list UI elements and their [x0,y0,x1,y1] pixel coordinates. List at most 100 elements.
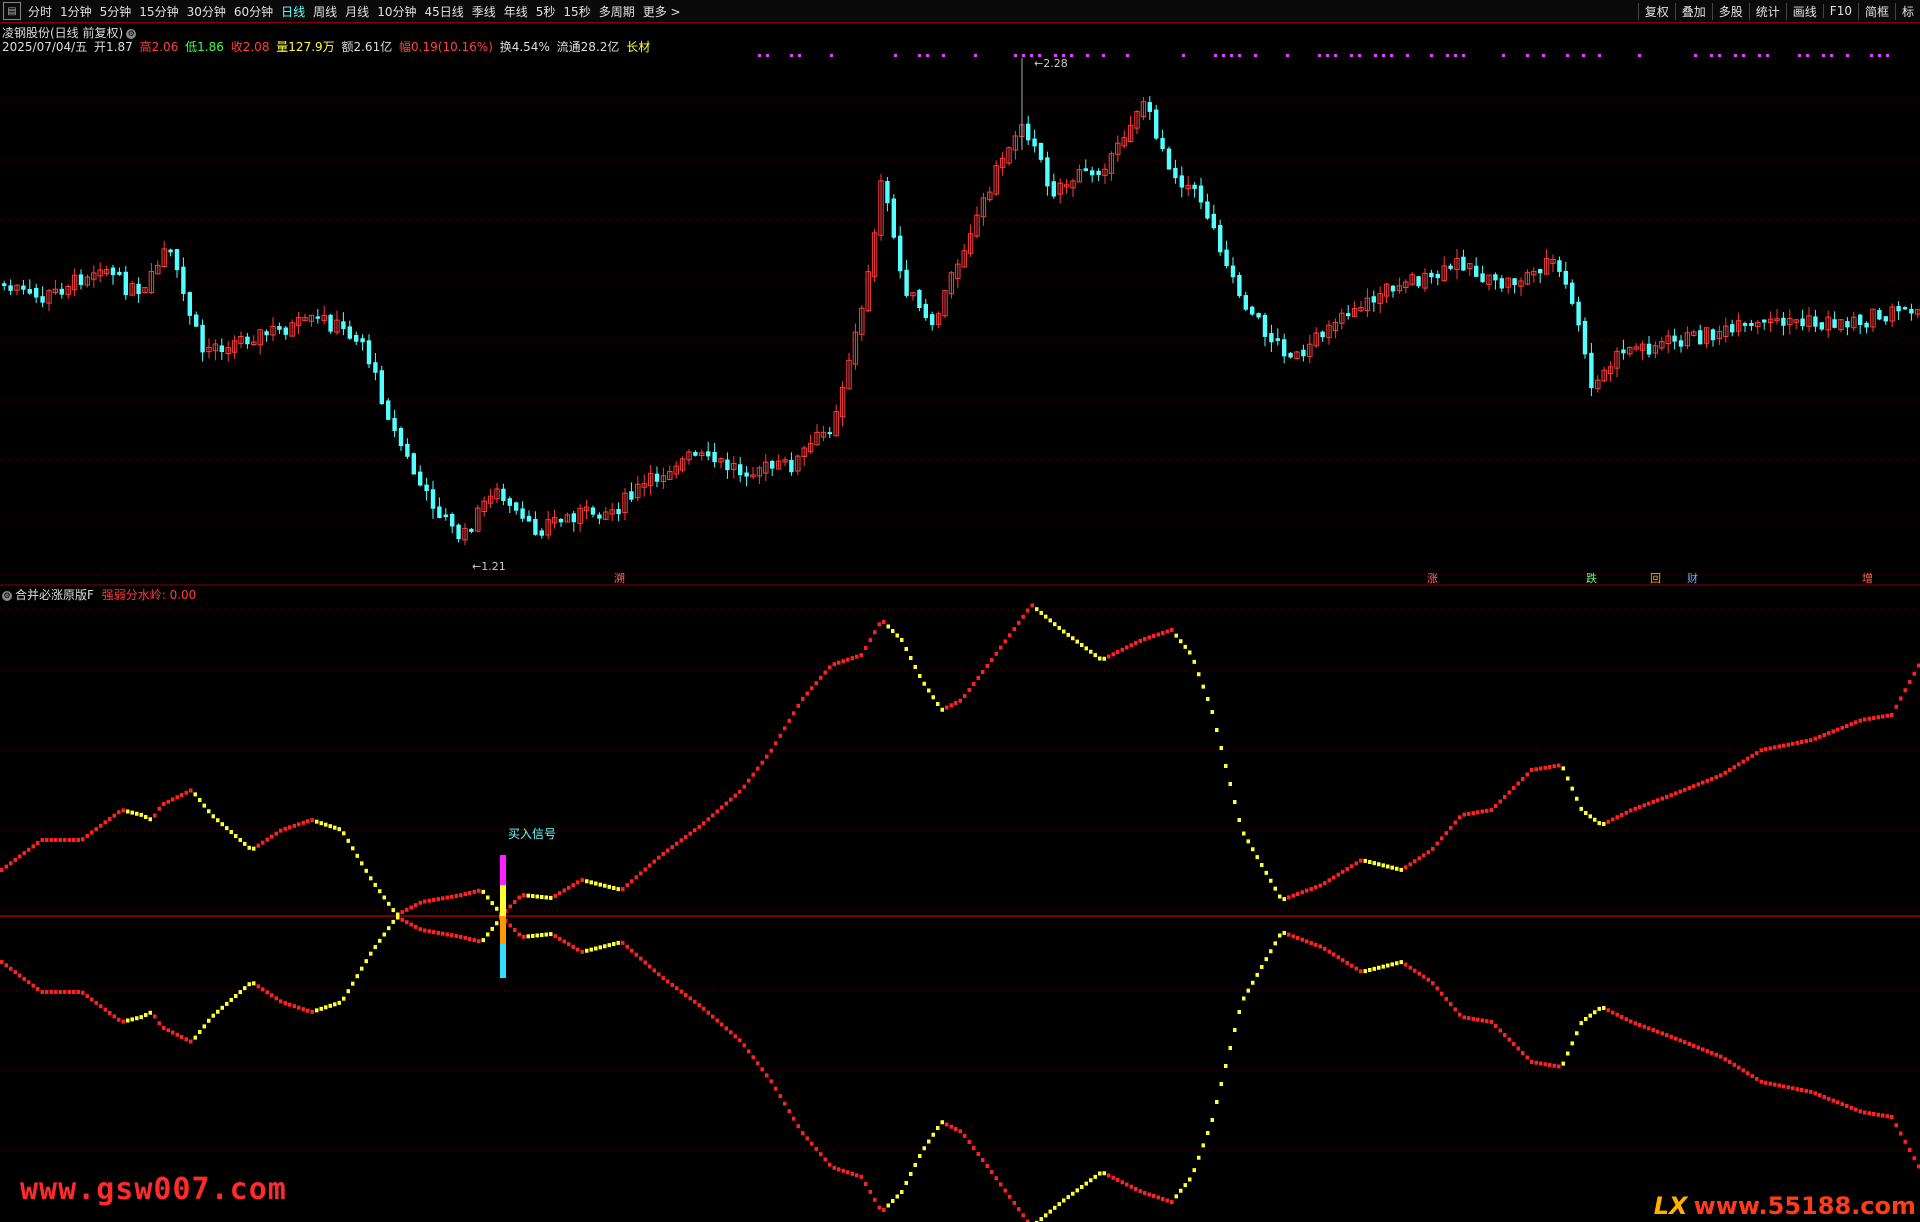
indicator-upper-step [832,662,836,667]
indicator-upper-step [603,883,607,888]
indicator-upper-step [1363,858,1367,863]
indicator-lower-step [1651,1028,1655,1033]
indicator-lower-step [976,1152,980,1156]
candle-body [1096,170,1101,176]
candle-body [283,327,288,335]
indicator-upper-step [279,828,283,833]
candle-body [341,321,346,330]
indicator-upper-step [1525,772,1529,777]
indicator-lower-step [1327,949,1331,954]
candle-body [443,514,448,518]
candle-body [1672,335,1677,342]
indicator-lower-step [1755,1076,1759,1081]
indicator-lower-step [540,933,544,937]
indicator-lower-step [522,934,526,939]
indicator-lower-step [216,1009,220,1014]
candle-body [571,513,576,523]
indicator-lower-step [1800,1088,1804,1092]
indicator-lower-step [1368,968,1372,972]
indicator-lower-step [652,968,656,973]
indicator-lower-step [1678,1038,1682,1043]
indicator-lower-step [211,1013,215,1018]
indicator-upper-step [112,813,116,818]
indicator-upper-step [1512,786,1516,790]
indicator-upper-step [553,893,557,898]
indicator-upper-step [1498,799,1502,804]
indicator-lower-step [400,917,404,922]
indicator-upper-step [1840,725,1844,730]
indicator-upper-step [1314,885,1318,890]
candle-body [418,471,423,486]
indicator-lower-step [1489,1019,1493,1024]
indicator-upper-step [148,817,152,822]
candle-body [200,324,205,353]
indicator-lower-step [18,973,22,978]
indicator-lower-step [1093,1174,1097,1179]
indicator-lower-step [162,1026,166,1030]
indicator-lower-step [787,1109,791,1114]
indicator-lower-step [441,931,445,936]
candle-body [1218,225,1223,253]
indicator-settings-icon[interactable]: ⚙ [2,590,12,601]
indicator-upper-step [927,688,931,693]
indicator-lower-step [747,1049,751,1054]
indicator-upper-step [1188,650,1192,655]
indicator-lower-step [238,990,242,995]
candle-body [1538,269,1543,274]
candle-body [1051,181,1056,197]
indicator-lower-step [1053,1205,1057,1210]
kline-chart-canvas[interactable]: ←2.28 ←1.21 溯 涨 跌 回 财 增买入信号 [0,0,1920,1222]
signal-dot-marker [1446,54,1449,57]
indicator-upper-step [0,868,4,872]
indicator-lower-step [1264,957,1268,962]
indicator-lower-step [436,930,440,935]
indicator-upper-step [202,803,206,808]
candle-body [1211,213,1216,229]
indicator-upper-step [1377,862,1381,867]
indicator-lower-step [819,1152,823,1157]
indicator-lower-step [40,990,44,994]
indicator-lower-step [1723,1057,1727,1062]
indicator-upper-step [652,859,656,864]
indicator-upper-step [1606,819,1610,824]
indicator-upper-step [108,817,112,821]
indicator-lower-step [1849,1105,1853,1110]
indicator-upper-step [1867,716,1871,721]
indicator-upper-step [45,838,49,842]
indicator-upper-step [1737,762,1741,767]
indicator-lower-step [63,990,67,994]
indicator-lower-step [1453,1007,1457,1012]
candle-body [1813,316,1818,327]
indicator-lower-step [1431,981,1435,986]
candle-body [827,432,832,435]
indicator-lower-step [382,932,386,937]
indicator-lower-step [1665,1033,1669,1038]
candle-body [744,472,749,477]
indicator-lower-step [1269,949,1273,954]
signal-dot-marker [1830,54,1833,57]
signal-dot-marker [1430,54,1433,57]
indicator-upper-step [544,895,548,900]
indicator-lower-step [481,938,485,943]
indicator-upper-step [1759,748,1763,753]
indicator-lower-step [846,1170,850,1175]
candle-body [1563,270,1568,285]
indicator-upper-step [1462,812,1466,817]
indicator-upper-step [1359,858,1363,863]
indicator-lower-step [1863,1110,1867,1115]
indicator-lower-step [1417,971,1421,976]
indicator-lower-step [801,1131,805,1136]
indicator-lower-step [130,1017,134,1022]
candle-body [264,331,269,336]
indicator-lower-step [531,933,535,938]
indicator-upper-step [49,838,53,842]
indicator-lower-step [954,1127,958,1131]
indicator-upper-step [1732,765,1736,770]
indicator-lower-step [814,1146,818,1151]
indicator-lower-step [234,994,238,998]
indicator-lower-step [967,1140,971,1144]
indicator-upper-step [1453,820,1457,825]
indicator-lower-step [1377,965,1381,970]
indicator-upper-step [918,674,922,678]
candle-body [174,249,180,271]
